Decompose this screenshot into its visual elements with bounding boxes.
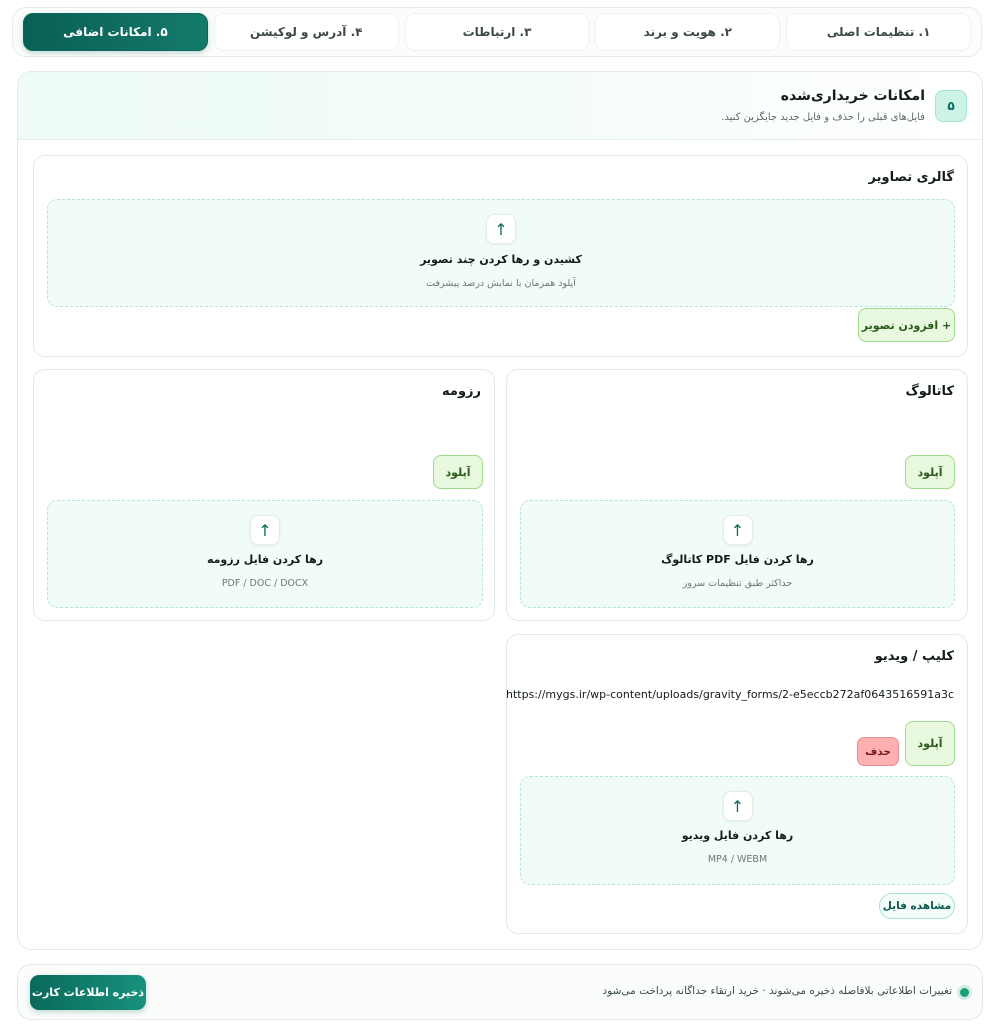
resume-drop-hint: PDF / DOC / DOCX [221, 578, 309, 589]
catalog-drop-title: رها کردن فایل PDF کاتالوگ [661, 553, 814, 566]
video-upload-button[interactable]: آپلود [905, 721, 955, 766]
catalog-drop-zone[interactable]: ↑ رها کردن فایل PDF کاتالوگ حداکثر طبق ت… [520, 500, 955, 608]
tab-address-location[interactable]: ۴. آدرس و لوکیشن [213, 13, 399, 51]
gallery-drop-hint: آپلود همزمان با نمایش درصد پیشرفت [426, 278, 576, 289]
footer-bar: تغییرات اطلاعاتی بلافاصله ذخیره می‌شوند … [17, 964, 983, 1020]
upload-arrow-icon: ↑ [250, 515, 280, 545]
upload-arrow-icon: ↑ [722, 791, 753, 821]
upload-arrow-icon: ↑ [486, 214, 516, 244]
step-badge: ۵ [935, 90, 967, 122]
resume-drop-title: رها کردن فایل رزومه [206, 553, 324, 566]
catalog-upload-button[interactable]: آپلود [905, 455, 955, 489]
video-card: کلیپ / ویدیو https://mygs.ir/wp-content/… [506, 634, 968, 934]
panel-header: ۵ امکانات خریداری‌شده فایل‌های قبلی را ح… [18, 72, 982, 140]
catalog-drop-hint: حداکثر طبق تنظیمات سرور [682, 578, 793, 589]
panel-subtitle: فایل‌های قبلی را حذف و فایل جدید جایگزین… [721, 112, 925, 123]
video-title: کلیپ / ویدیو [874, 649, 954, 664]
save-card-button[interactable]: ذخیره اطلاعات کارت [30, 975, 146, 1010]
tab-extra-features[interactable]: ۵. امکانات اضافی [23, 13, 208, 51]
status-dot-icon [960, 988, 969, 997]
gallery-card: گالری تصاویر ↑ کشیدن و رها کردن چند تصوی… [33, 155, 968, 357]
tab-communications[interactable]: ۳. ارتباطات [404, 13, 590, 51]
video-drop-title: رها کردن فایل ویدیو [681, 829, 794, 842]
resume-drop-zone[interactable]: ↑ رها کردن فایل رزومه PDF / DOC / DOCX [47, 500, 483, 608]
extra-features-panel: ۵ امکانات خریداری‌شده فایل‌های قبلی را ح… [17, 71, 983, 950]
view-file-button[interactable]: مشاهده فایل [879, 893, 955, 919]
resume-upload-button[interactable]: آپلود [433, 455, 483, 489]
panel-title: امکانات خریداری‌شده [780, 88, 925, 104]
video-drop-hint: MP4 / WEBM [707, 854, 768, 865]
gallery-drop-zone[interactable]: ↑ کشیدن و رها کردن چند تصویر آپلود همزما… [47, 199, 955, 307]
upload-arrow-icon: ↑ [722, 515, 753, 545]
catalog-title: کاتالوگ [905, 384, 954, 399]
resume-title: رزومه [442, 384, 481, 399]
resume-card: رزومه آپلود ↑ رها کردن فایل رزومه PDF / … [33, 369, 495, 621]
gallery-drop-title: کشیدن و رها کردن چند تصویر [420, 253, 582, 266]
add-image-button[interactable]: + افزودن تصویر [858, 308, 955, 342]
video-file-url: https://mygs.ir/wp-content/uploads/gravi… [506, 688, 954, 701]
catalog-card: کاتالوگ آپلود ↑ رها کردن فایل PDF کاتالو… [506, 369, 968, 621]
step-tabs: ۱. تنظیمات اصلی ۲. هویت و برند ۳. ارتباط… [12, 7, 982, 57]
video-delete-button[interactable]: حذف [857, 737, 899, 766]
video-drop-zone[interactable]: ↑ رها کردن فایل ویدیو MP4 / WEBM [520, 776, 955, 885]
gallery-title: گالری تصاویر [868, 170, 954, 185]
footer-status-text: تغییرات اطلاعاتی بلافاصله ذخیره می‌شوند … [602, 985, 952, 997]
tab-identity-brand[interactable]: ۲. هویت و برند [595, 13, 781, 51]
tab-main-settings[interactable]: ۱. تنظیمات اصلی [786, 13, 971, 51]
